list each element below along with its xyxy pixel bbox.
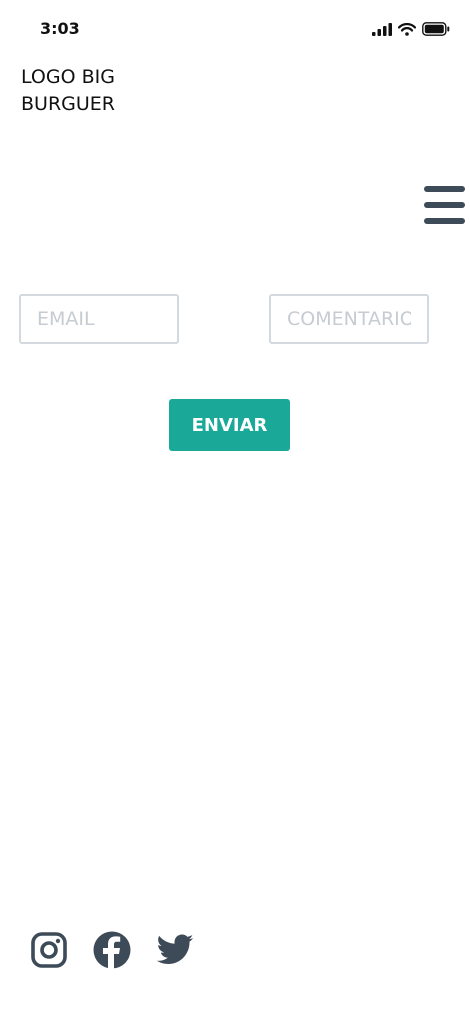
instagram-icon[interactable]	[29, 930, 69, 970]
comment-input[interactable]	[269, 294, 429, 344]
status-icons	[372, 22, 450, 36]
battery-icon	[422, 22, 450, 36]
status-bar: 3:03	[0, 0, 470, 60]
logo-text: LOGO BIG BURGUER	[21, 66, 115, 115]
wifi-icon	[398, 22, 416, 36]
signal-icon	[372, 22, 392, 36]
facebook-icon[interactable]	[92, 930, 132, 970]
email-input[interactable]	[19, 294, 179, 344]
status-time: 3:03	[40, 19, 80, 38]
send-button[interactable]: ENVIAR	[169, 399, 290, 451]
social-links	[29, 930, 195, 970]
twitter-icon[interactable]	[155, 930, 195, 970]
hamburger-menu-icon[interactable]	[424, 186, 466, 224]
